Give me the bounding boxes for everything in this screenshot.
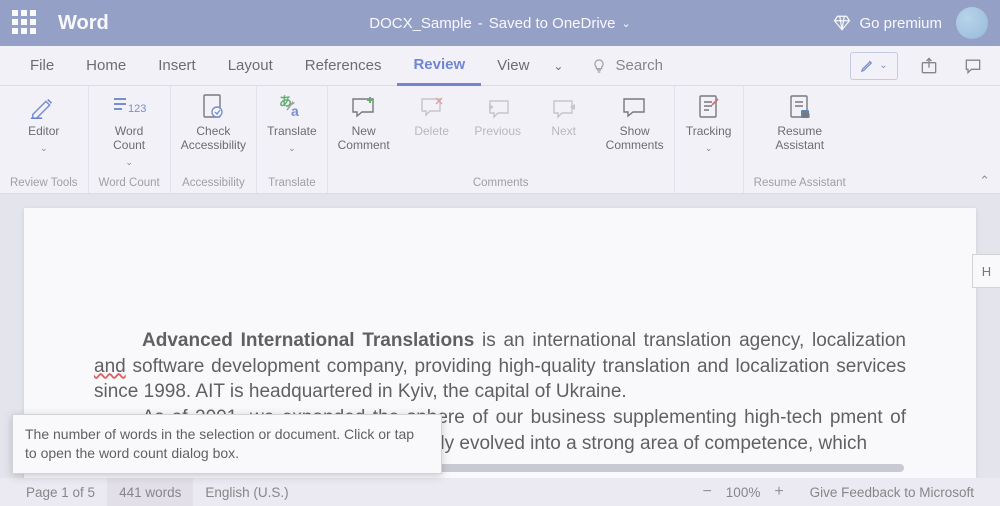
share-icon	[919, 56, 939, 76]
status-page[interactable]: Page 1 of 5	[14, 478, 107, 506]
group-review-tools: Editor ⌄ Review Tools	[0, 86, 89, 193]
tab-file[interactable]: File	[14, 46, 70, 86]
title-separator: -	[478, 15, 483, 32]
share-button[interactable]	[916, 53, 942, 79]
status-bar: Page 1 of 5 441 words English (U.S.) − 1…	[0, 478, 1000, 506]
chevron-down-icon: ⌄	[622, 17, 631, 30]
chevron-down-icon: ⌄	[879, 60, 887, 71]
feedback-link[interactable]: Give Feedback to Microsoft	[798, 478, 986, 506]
editor-icon	[29, 93, 59, 121]
lightbulb-icon	[591, 58, 607, 74]
show-comments-icon	[621, 95, 649, 119]
editor-button[interactable]: Editor ⌄	[20, 92, 68, 153]
saved-status: Saved to OneDrive	[489, 15, 616, 32]
tab-references[interactable]: References	[289, 46, 398, 86]
show-comments-button[interactable]: Show Comments	[606, 92, 664, 153]
svg-text:a: a	[291, 103, 299, 119]
comments-button[interactable]	[960, 53, 986, 79]
group-comments: New Comment Delete Previous Next Show Co…	[328, 86, 675, 193]
app-launcher-icon[interactable]	[12, 10, 38, 36]
tracking-button[interactable]: Tracking ⌄	[685, 92, 733, 153]
chevron-down-icon: ⌄	[288, 143, 296, 153]
word-count-button[interactable]: 123 Word Count ⌄	[105, 92, 153, 167]
zoom-out-button[interactable]: −	[702, 483, 711, 501]
group-resume-assistant: in Resume Assistant Resume Assistant	[744, 86, 856, 193]
zoom-controls: − 100% +	[702, 483, 783, 501]
go-premium-button[interactable]: Go premium	[833, 14, 942, 32]
diamond-icon	[833, 14, 851, 32]
tab-layout[interactable]: Layout	[212, 46, 289, 86]
status-word-count[interactable]: 441 words	[107, 478, 193, 506]
comment-icon	[963, 56, 983, 76]
chevron-down-icon: ⌄	[705, 143, 713, 153]
previous-comment-icon	[485, 95, 511, 119]
ribbon-tabs: File Home Insert Layout References Revie…	[0, 46, 1000, 86]
zoom-level[interactable]: 100%	[726, 485, 761, 500]
new-comment-icon	[350, 95, 378, 119]
next-comment-button[interactable]: Next	[540, 92, 588, 139]
ribbon: Editor ⌄ Review Tools 123 Word Count ⌄ W…	[0, 86, 1000, 194]
chevron-down-icon: ⌄	[125, 157, 133, 167]
app-name: Word	[58, 12, 109, 35]
next-comment-icon	[551, 95, 577, 119]
accessibility-icon	[200, 93, 226, 121]
group-accessibility: Check Accessibility Accessibility	[171, 86, 257, 193]
pencil-icon	[860, 58, 875, 73]
svg-text:123: 123	[128, 103, 146, 115]
previous-comment-button[interactable]: Previous	[474, 92, 522, 139]
group-tracking: Tracking ⌄	[675, 86, 744, 193]
side-panel-tab[interactable]: H	[972, 254, 1000, 288]
resume-assistant-button[interactable]: in Resume Assistant	[775, 92, 824, 153]
collapse-ribbon-button[interactable]: ⌃	[979, 173, 990, 189]
title-bar: Word DOCX_Sample - Saved to OneDrive ⌄ G…	[0, 0, 1000, 46]
translate-button[interactable]: あa Translate ⌄	[267, 92, 317, 153]
document-title[interactable]: DOCX_Sample - Saved to OneDrive ⌄	[369, 15, 631, 32]
word-count-tooltip: The number of words in the selection or …	[12, 414, 442, 474]
user-avatar[interactable]	[956, 7, 988, 39]
delete-comment-icon	[419, 95, 445, 119]
resume-icon: in	[787, 93, 813, 121]
paragraph-1[interactable]: Advanced International Translations is a…	[94, 328, 906, 405]
status-language[interactable]: English (U.S.)	[193, 478, 300, 506]
svg-text:in: in	[803, 112, 809, 119]
tracking-icon	[696, 93, 722, 121]
word-count-icon: 123	[112, 94, 146, 120]
check-accessibility-button[interactable]: Check Accessibility	[181, 92, 246, 153]
tabs-overflow[interactable]: ⌄	[545, 46, 571, 86]
group-translate: あa Translate ⌄ Translate	[257, 86, 328, 193]
chevron-down-icon: ⌄	[40, 143, 48, 153]
tab-insert[interactable]: Insert	[142, 46, 212, 86]
tab-view[interactable]: View	[481, 46, 545, 86]
new-comment-button[interactable]: New Comment	[338, 92, 390, 153]
tab-home[interactable]: Home	[70, 46, 142, 86]
editing-mode-button[interactable]: ⌄	[850, 52, 898, 80]
doc-name: DOCX_Sample	[369, 15, 472, 32]
group-word-count: 123 Word Count ⌄ Word Count	[89, 86, 171, 193]
tell-me-search[interactable]: Search	[591, 57, 663, 74]
zoom-in-button[interactable]: +	[774, 483, 783, 501]
delete-comment-button[interactable]: Delete	[408, 92, 456, 139]
translate-icon: あa	[277, 94, 307, 120]
tab-review[interactable]: Review	[397, 46, 481, 86]
